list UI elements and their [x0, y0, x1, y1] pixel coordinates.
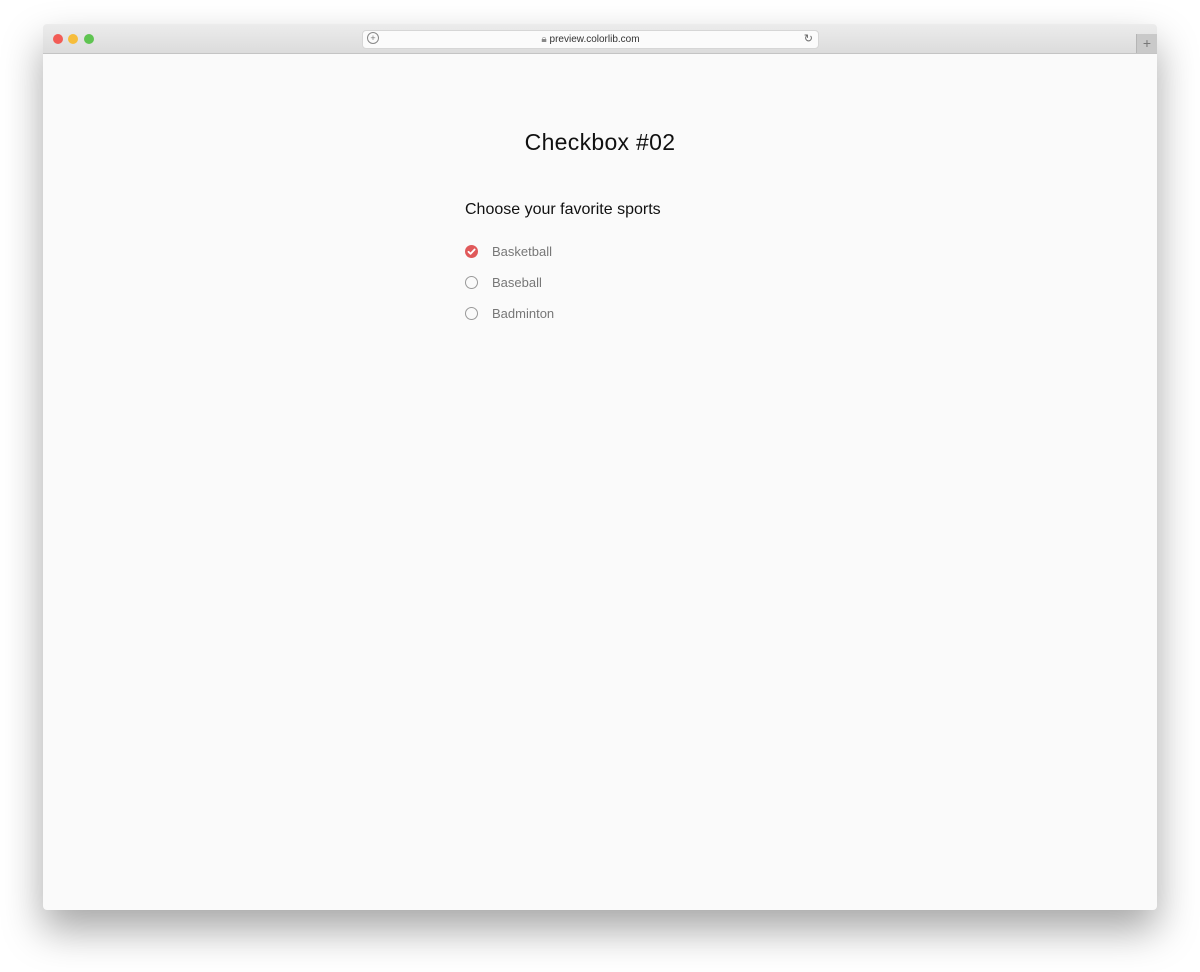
lock-icon: 🔒︎ — [541, 34, 547, 45]
close-window-button[interactable] — [53, 34, 63, 44]
checkbox[interactable] — [465, 276, 478, 289]
title-bar: + 🔒︎ preview.colorlib.com ↻ + — [43, 24, 1157, 54]
new-tab-button[interactable]: + — [1136, 34, 1157, 53]
checkbox[interactable] — [465, 307, 478, 320]
check-icon — [467, 248, 476, 255]
question-label: Choose your favorite sports — [465, 201, 661, 218]
checkbox[interactable] — [465, 245, 478, 258]
reload-icon[interactable]: ↻ — [804, 32, 813, 45]
option-badminton[interactable]: Badminton — [465, 306, 554, 321]
minimize-window-button[interactable] — [68, 34, 78, 44]
zoom-window-button[interactable] — [84, 34, 94, 44]
url-text: preview.colorlib.com — [549, 34, 640, 45]
option-label: Basketball — [492, 244, 552, 259]
option-label: Badminton — [492, 306, 555, 321]
option-baseball[interactable]: Baseball — [465, 275, 542, 290]
option-basketball[interactable]: Basketball — [465, 244, 552, 259]
browser-window: + 🔒︎ preview.colorlib.com ↻ + Checkbox #… — [43, 24, 1157, 910]
address-bar[interactable]: + 🔒︎ preview.colorlib.com ↻ — [362, 30, 819, 49]
page-title: Checkbox #02 — [524, 129, 676, 155]
option-label: Baseball — [492, 275, 542, 290]
